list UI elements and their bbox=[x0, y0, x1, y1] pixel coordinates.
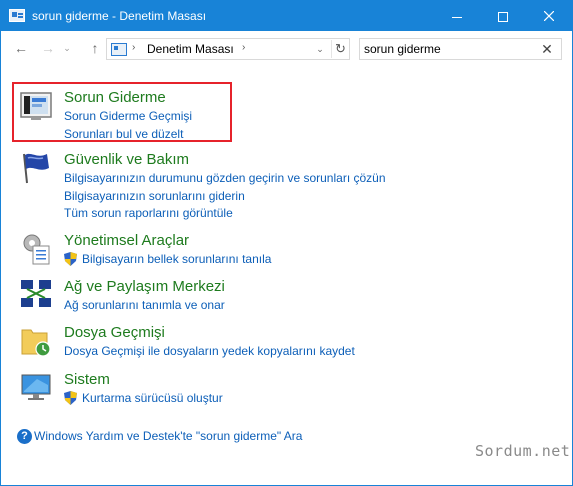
up-button[interactable]: ↑ bbox=[84, 37, 106, 59]
result-heading[interactable]: Yönetimsel Araçlar bbox=[64, 232, 189, 249]
control-panel-icon bbox=[111, 43, 127, 56]
system-icon bbox=[21, 374, 51, 400]
recent-locations-button[interactable]: ⌄ bbox=[60, 37, 74, 59]
result-link[interactable]: Dosya Geçmişi ile dosyaların yedek kopya… bbox=[64, 344, 355, 358]
watermark: Sordum.net bbox=[475, 442, 571, 460]
highlight-box bbox=[12, 82, 232, 142]
result-link[interactable]: Ağ sorunlarını tanımla ve onar bbox=[64, 298, 225, 312]
result-link[interactable]: Bilgisayarın bellek sorunlarını tanıla bbox=[82, 252, 271, 266]
minimize-icon bbox=[452, 16, 462, 18]
administrative-tools-icon bbox=[23, 234, 50, 265]
address-bar[interactable]: › Denetim Masası › ⌄ ↻ bbox=[106, 38, 350, 60]
result-heading[interactable]: Sistem bbox=[64, 371, 110, 388]
result-heading[interactable]: Ağ ve Paylaşım Merkezi bbox=[64, 278, 225, 295]
uac-shield-icon bbox=[64, 391, 77, 405]
file-history-icon bbox=[21, 329, 51, 357]
security-flag-icon bbox=[23, 153, 49, 184]
search-input[interactable] bbox=[364, 41, 534, 57]
forward-button[interactable]: → bbox=[37, 37, 59, 59]
breadcrumb-control-panel[interactable]: Denetim Masası bbox=[147, 42, 234, 56]
back-button[interactable]: ← bbox=[10, 37, 32, 59]
result-heading[interactable]: Güvenlik ve Bakım bbox=[64, 151, 189, 168]
address-dropdown-icon[interactable]: ⌄ bbox=[313, 42, 327, 56]
close-icon bbox=[543, 10, 555, 22]
uac-shield-icon bbox=[64, 252, 77, 266]
minimize-button[interactable] bbox=[434, 1, 480, 31]
refresh-button[interactable]: ↻ bbox=[331, 40, 349, 58]
window-title: sorun giderme - Denetim Masası bbox=[32, 9, 207, 23]
title-bar[interactable]: sorun giderme - Denetim Masası bbox=[1, 1, 572, 31]
breadcrumb-separator[interactable]: › bbox=[132, 42, 135, 53]
result-link[interactable]: Bilgisayarınızın durumunu gözden geçirin… bbox=[64, 171, 386, 185]
help-search-text[interactable]: Windows Yardım ve Destek'te "sorun gider… bbox=[34, 429, 302, 443]
close-button[interactable] bbox=[526, 1, 572, 31]
result-link[interactable]: Bilgisayarınızın sorunlarını giderin bbox=[64, 189, 245, 203]
network-icon bbox=[21, 280, 51, 307]
search-results: Sorun Giderme Sorun Giderme Geçmişi Soru… bbox=[1, 67, 572, 485]
control-panel-icon bbox=[9, 9, 25, 22]
navigation-bar: ← → ⌄ ↑ › Denetim Masası › ⌄ ↻ ✕ bbox=[1, 31, 572, 67]
search-box[interactable]: ✕ bbox=[359, 38, 562, 60]
result-link[interactable]: Tüm sorun raporlarını görüntüle bbox=[64, 206, 233, 220]
breadcrumb-separator[interactable]: › bbox=[242, 42, 245, 53]
maximize-icon bbox=[498, 12, 508, 23]
result-link[interactable]: Kurtarma sürücüsü oluştur bbox=[82, 391, 223, 405]
help-icon: ? bbox=[17, 429, 32, 444]
control-panel-window: sorun giderme - Denetim Masası ← → ⌄ ↑ ›… bbox=[0, 0, 573, 486]
clear-search-button[interactable]: ✕ bbox=[538, 40, 556, 58]
maximize-button[interactable] bbox=[480, 1, 526, 31]
result-heading[interactable]: Dosya Geçmişi bbox=[64, 324, 165, 341]
